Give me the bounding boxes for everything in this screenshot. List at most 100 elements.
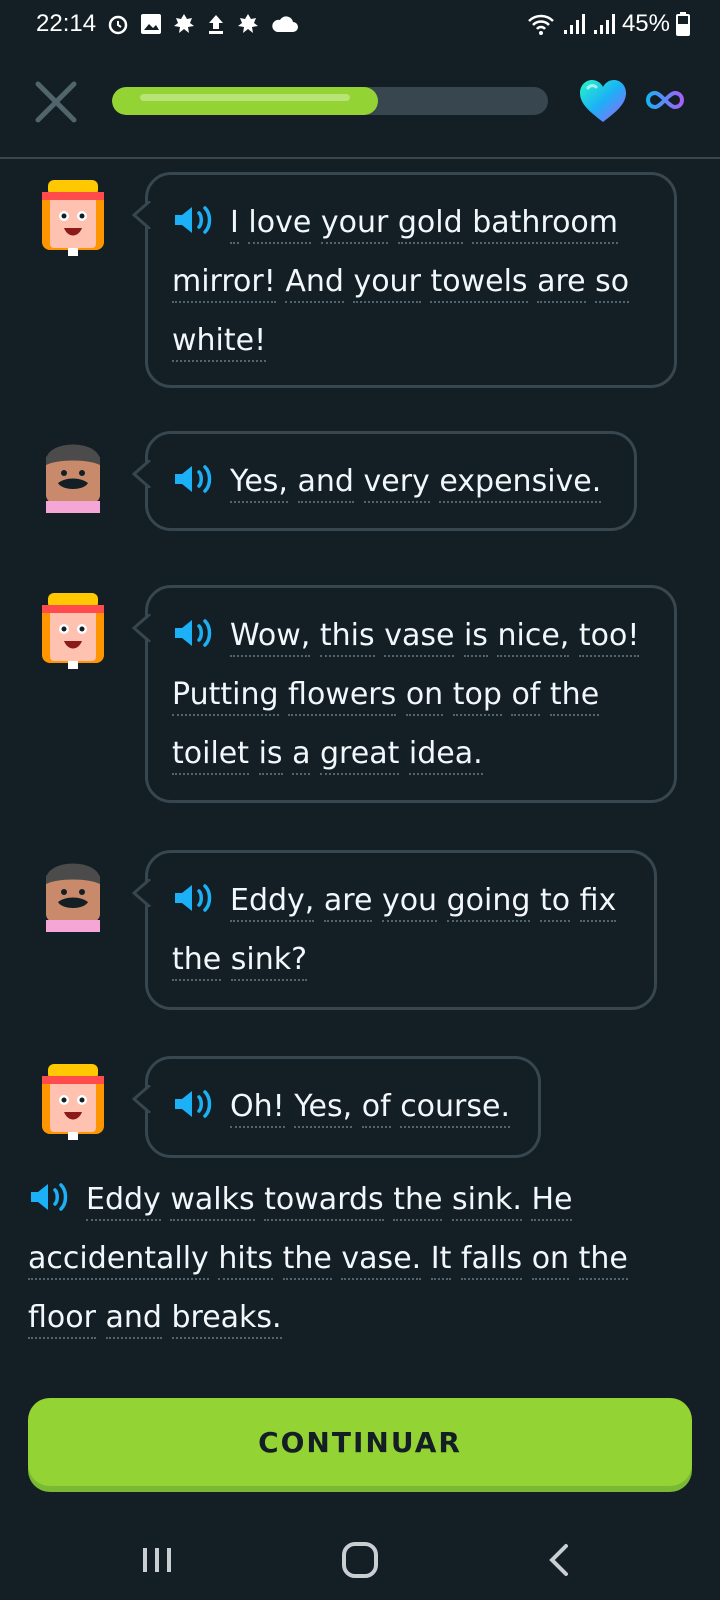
status-bar: 22:14 45% [0, 0, 720, 48]
wifi-icon [528, 14, 554, 35]
speech-text: Wow, this vase is nice, too! Putting flo… [172, 606, 648, 783]
word-token[interactable]: floor [28, 1300, 96, 1339]
word-token[interactable]: on [405, 677, 444, 716]
word-token[interactable]: sink? [230, 942, 308, 981]
speaker-icon[interactable] [172, 1088, 216, 1120]
word-token[interactable]: the [393, 1182, 443, 1221]
word-token[interactable]: I [230, 205, 239, 244]
speaker-icon[interactable] [172, 204, 216, 236]
word-token[interactable]: It [430, 1241, 452, 1280]
word-token[interactable]: Wow, [230, 618, 311, 657]
speech-text: Oh! Yes, of course. [172, 1077, 512, 1136]
word-token[interactable]: Putting [172, 677, 279, 716]
word-token[interactable]: so [595, 264, 630, 303]
word-token[interactable]: towels [430, 264, 528, 303]
upload-icon [209, 15, 224, 34]
status-left: 22:14 [36, 10, 299, 38]
battery-percent: 45% [621, 10, 670, 37]
system-nav-bar [0, 1520, 720, 1600]
word-token[interactable]: this [319, 618, 375, 657]
gallery-icon [141, 14, 162, 34]
word-token[interactable]: course. [400, 1089, 511, 1128]
speaker-icon[interactable] [172, 463, 216, 495]
word-token[interactable]: the [549, 677, 600, 716]
speech-text: Eddy, are you going to fix the sink? [172, 871, 628, 989]
word-token[interactable]: bathroom [472, 205, 619, 244]
word-token[interactable]: on [531, 1241, 570, 1280]
word-token[interactable]: your [320, 205, 389, 244]
speech-bubble: Eddy, are you going to fix the sink? [132, 850, 657, 1010]
word-token[interactable]: Yes, [230, 464, 288, 503]
signal-icon [593, 14, 615, 34]
word-token[interactable]: you [381, 883, 438, 922]
word-token[interactable]: is [463, 618, 488, 657]
dad-avatar [46, 863, 100, 932]
word-token[interactable]: white! [172, 323, 267, 362]
word-token[interactable]: of [511, 677, 541, 716]
word-token[interactable]: is [258, 736, 283, 775]
word-token[interactable]: towards [264, 1182, 384, 1221]
word-token[interactable]: are [323, 883, 373, 922]
word-token[interactable]: vase. [341, 1241, 422, 1280]
word-token[interactable]: nice, [497, 618, 570, 657]
word-token[interactable]: of [361, 1089, 391, 1128]
lesson-header [0, 56, 720, 156]
word-token[interactable]: love [248, 205, 312, 244]
word-token[interactable]: idea. [408, 736, 483, 775]
signal-icon [563, 14, 585, 34]
lesson-progress-fill [112, 87, 378, 115]
word-token[interactable]: mirror! [172, 264, 276, 303]
word-token[interactable]: the [172, 942, 222, 981]
word-token[interactable]: Eddy [86, 1182, 161, 1221]
bubble-tail [132, 460, 151, 488]
word-token[interactable]: fix [579, 883, 617, 922]
word-token[interactable]: gold [397, 205, 463, 244]
word-token[interactable]: the [578, 1241, 628, 1280]
word-token[interactable]: great [320, 736, 400, 775]
word-token[interactable]: sink. [452, 1182, 522, 1221]
back-icon[interactable] [536, 1536, 584, 1584]
speech-bubble: I love your gold bathroom mirror! And yo… [132, 172, 677, 388]
word-token[interactable]: breaks. [171, 1300, 282, 1339]
word-token[interactable]: Oh! [230, 1089, 285, 1128]
word-token[interactable]: top [452, 677, 502, 716]
recent-apps-icon[interactable] [133, 1536, 181, 1584]
continue-button[interactable]: CONTINUAR [28, 1398, 692, 1486]
word-token[interactable]: falls [460, 1241, 523, 1280]
word-token[interactable]: too! [578, 618, 640, 657]
lesson-progress-bar [112, 87, 548, 115]
close-icon[interactable] [34, 80, 78, 124]
word-token[interactable]: and [105, 1300, 162, 1339]
alarm-icon [108, 15, 128, 35]
word-token[interactable]: vase [384, 618, 455, 657]
super-heart-icon[interactable] [578, 78, 628, 124]
word-token[interactable]: a [292, 736, 311, 775]
word-token[interactable]: And [285, 264, 344, 303]
speaker-icon[interactable] [172, 617, 216, 649]
cloud-icon [272, 16, 299, 32]
word-token[interactable]: and [297, 464, 354, 503]
word-token[interactable]: flowers [288, 677, 397, 716]
eddy-avatar [42, 1064, 104, 1140]
speaker-icon[interactable] [172, 882, 216, 914]
word-token[interactable]: to [539, 883, 571, 922]
bubble-tail [132, 614, 151, 642]
word-token[interactable]: hits [218, 1241, 274, 1280]
word-token[interactable]: expensive. [439, 464, 602, 503]
speech-bubble: Oh! Yes, of course. [132, 1056, 541, 1158]
word-token[interactable]: your [353, 264, 421, 303]
word-token[interactable]: very [363, 464, 430, 503]
word-token[interactable]: accidentally [28, 1241, 209, 1280]
home-icon[interactable] [336, 1536, 384, 1584]
word-token[interactable]: He [531, 1182, 573, 1221]
speaker-icon[interactable] [28, 1181, 72, 1213]
word-token[interactable]: Yes, [294, 1089, 353, 1128]
word-token[interactable]: toilet [172, 736, 250, 775]
word-token[interactable]: are [537, 264, 586, 303]
word-token[interactable]: going [446, 883, 531, 922]
word-token[interactable]: the [282, 1241, 332, 1280]
leaf-icon [174, 14, 195, 33]
word-token[interactable]: Eddy, [230, 883, 315, 922]
bubble-tail [132, 201, 151, 229]
word-token[interactable]: walks [170, 1182, 255, 1221]
